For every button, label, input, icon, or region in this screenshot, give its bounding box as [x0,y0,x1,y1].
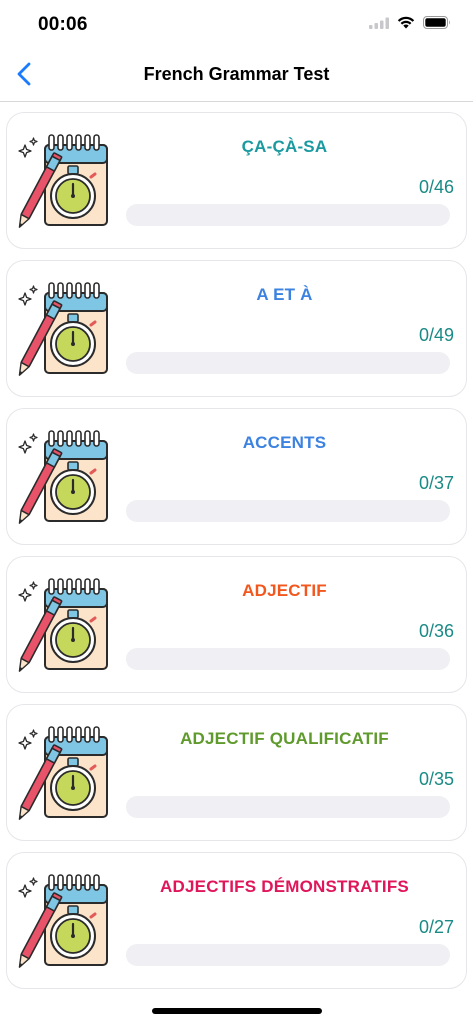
test-card[interactable]: ÇA-ÇÀ-SA 0/46 [6,112,467,249]
progress-bar [126,944,450,966]
notepad-stopwatch-icon [15,279,111,379]
progress-count: 0/27 [418,917,454,937]
progress-count: 0/37 [418,473,454,493]
test-card[interactable]: ADJECTIFS DÉMONSTRATIFS 0/27 [6,852,467,989]
progress-bar [126,648,450,670]
notepad-stopwatch-icon [15,871,111,971]
test-title: ADJECTIF QUALIFICATIF [180,729,389,748]
test-list: ÇA-ÇÀ-SA 0/46 A ET À 0/49 ACCENTS 0/37 A… [6,112,467,1000]
progress-bar [126,796,450,818]
status-icons [369,16,451,34]
progress-bar [126,500,450,522]
test-title: ADJECTIFS DÉMONSTRATIFS [160,877,409,896]
home-indicator[interactable] [152,1008,322,1014]
notepad-stopwatch-icon [15,427,111,527]
test-title: A ET À [256,285,313,304]
test-title: ACCENTS [242,433,327,452]
test-title: ÇA-ÇÀ-SA [241,137,328,156]
notepad-stopwatch-icon [15,575,111,675]
progress-bar [126,204,450,226]
screen: 00:06 French Grammar Test ÇA-ÇÀ-SA 0/46 … [0,0,473,1024]
test-card[interactable]: ACCENTS 0/37 [6,408,467,545]
status-bar: 00:06 [0,0,473,50]
wifi-icon [397,16,415,34]
test-card[interactable]: A ET À 0/49 [6,260,467,397]
notepad-stopwatch-icon [15,723,111,823]
progress-count: 0/35 [418,769,454,789]
nav-bar: French Grammar Test [0,50,473,102]
notepad-stopwatch-icon [15,131,111,231]
battery-icon [423,16,451,34]
progress-count: 0/36 [418,621,454,641]
test-title: ADJECTIF [242,581,327,600]
test-card[interactable]: ADJECTIF QUALIFICATIF 0/35 [6,704,467,841]
test-card[interactable]: ADJECTIF 0/36 [6,556,467,693]
progress-count: 0/46 [418,177,454,197]
progress-count: 0/49 [418,325,454,345]
status-time: 00:06 [38,14,88,35]
page-title: French Grammar Test [143,64,330,84]
progress-bar [126,352,450,374]
cellular-signal-icon [369,16,389,34]
